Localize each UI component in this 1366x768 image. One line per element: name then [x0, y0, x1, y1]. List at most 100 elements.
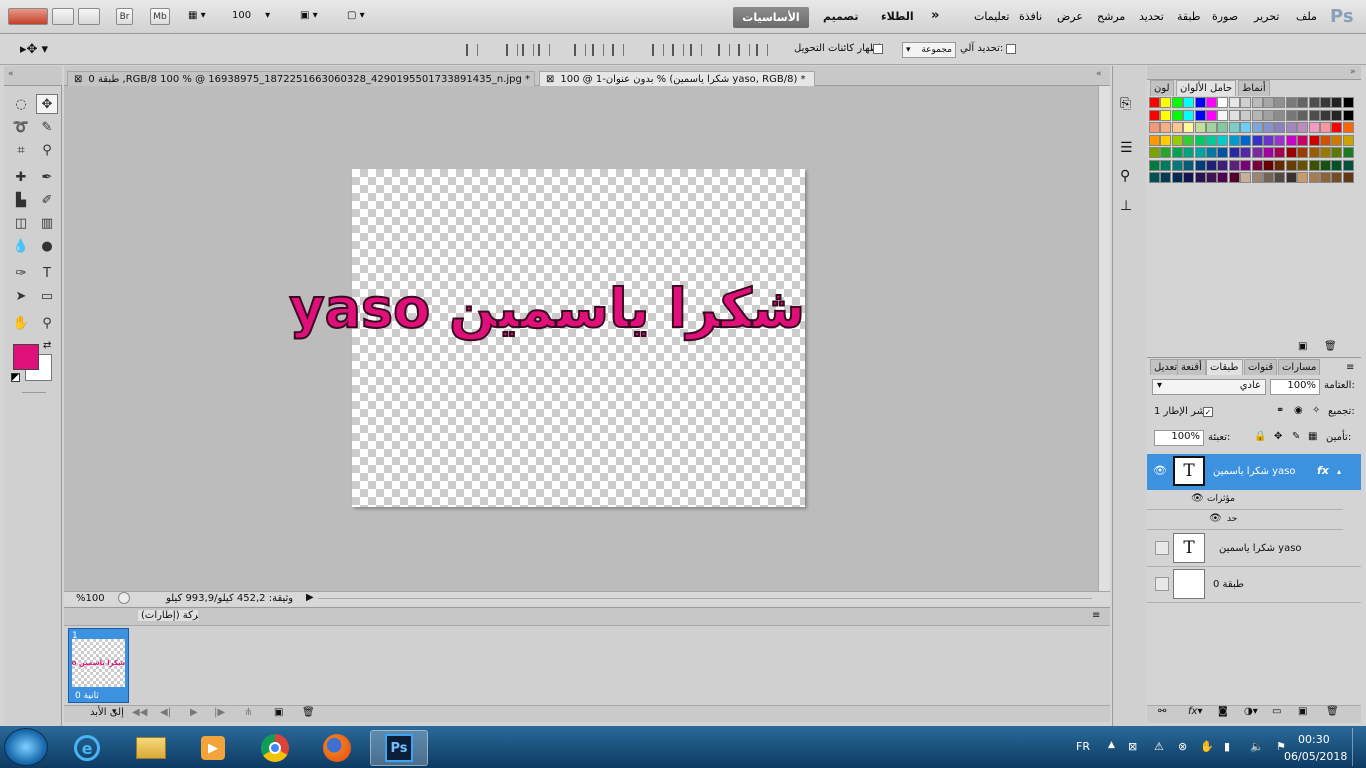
tray-app-icon[interactable]: ⊠ [1128, 740, 1137, 753]
layer-effect-stroke-row[interactable]: 👁 حد [1147, 510, 1343, 530]
chrome-icon[interactable] [246, 730, 304, 766]
expand-icon[interactable]: » [1350, 67, 1356, 77]
distribute-icon[interactable] [574, 44, 586, 56]
color-swatch[interactable] [1206, 147, 1217, 158]
tab-masks[interactable]: أقنعة [1177, 359, 1206, 375]
layer-name[interactable]: طبقة 0 [1213, 579, 1244, 590]
menu-select[interactable]: تحديد [1139, 10, 1164, 23]
distribute-icon[interactable] [466, 44, 478, 56]
clock-date[interactable]: 06/05/2018 [1284, 750, 1347, 763]
color-swatch[interactable] [1217, 147, 1229, 158]
color-swatch[interactable] [1149, 109, 1160, 121]
color-swatch[interactable] [1194, 97, 1206, 108]
layer-row-text-selected[interactable]: 👁 T شكرا ياسمين yaso fx ▴ [1147, 454, 1361, 490]
animation-tab[interactable]: حركة (إطارات) [138, 610, 198, 621]
frame-1[interactable]: 1 شكرا ياسمين yaso 0 ثانية [68, 628, 129, 703]
color-swatch[interactable] [1194, 159, 1206, 171]
artboard[interactable]: شكرا ياسمين yaso [288, 169, 806, 507]
delete-frame-icon[interactable]: 🗑 [302, 707, 315, 718]
clone-source-icon[interactable]: ⚲ [1120, 168, 1130, 184]
dodge-tool-icon[interactable]: ● [36, 236, 58, 256]
color-swatch[interactable] [1285, 109, 1297, 121]
color-swatch[interactable] [1160, 147, 1172, 158]
language-indicator[interactable]: FR [1076, 740, 1090, 753]
color-swatch[interactable] [1331, 97, 1343, 108]
tray-app-icon[interactable]: ⊗ [1178, 740, 1187, 753]
minimize-window-button[interactable] [78, 8, 100, 25]
arrange-documents-dropdown[interactable]: ▣ ▾ [300, 10, 328, 21]
effects-eye-icon[interactable]: 👁 [1191, 493, 1204, 504]
color-swatch[interactable] [1206, 159, 1217, 171]
color-swatch[interactable] [1217, 109, 1229, 121]
color-swatch[interactable] [1308, 122, 1320, 133]
frame-delay[interactable]: 0 ثانية [75, 691, 99, 701]
color-swatch[interactable] [1149, 172, 1160, 183]
color-swatch[interactable] [1251, 122, 1263, 133]
lasso-tool-icon[interactable]: ➰ [10, 117, 32, 137]
color-swatch[interactable] [1263, 172, 1274, 183]
color-swatch[interactable] [1320, 109, 1331, 121]
color-swatch[interactable] [1263, 147, 1274, 158]
color-swatch[interactable] [1217, 97, 1229, 108]
close-window-button[interactable] [8, 8, 48, 25]
color-swatch[interactable] [1171, 97, 1183, 108]
distribute-icon[interactable] [612, 44, 624, 56]
color-swatch[interactable] [1171, 147, 1183, 158]
color-swatch[interactable] [1251, 147, 1263, 158]
unify-style-icon[interactable]: ✧ [1312, 405, 1320, 416]
color-swatch[interactable] [1285, 134, 1297, 146]
color-swatch[interactable] [1297, 109, 1309, 121]
mini-bridge-button[interactable]: Mb [150, 8, 170, 25]
color-swatch[interactable] [1331, 134, 1343, 146]
color-swatch[interactable] [1263, 109, 1274, 121]
color-swatch[interactable] [1331, 109, 1343, 121]
color-swatch[interactable] [1160, 97, 1172, 108]
tab-paths[interactable]: مسارات [1278, 359, 1321, 375]
volume-icon[interactable]: 🔈 [1250, 740, 1264, 753]
color-swatch[interactable] [1240, 109, 1252, 121]
quick-mask-button[interactable] [22, 392, 46, 393]
color-swatch[interactable] [1194, 122, 1206, 133]
color-swatch[interactable] [1183, 109, 1195, 121]
adjustment-layer-icon[interactable]: ◑▾ [1244, 706, 1258, 717]
tab-swatches[interactable]: حامل الألوان [1176, 80, 1237, 96]
color-swatch[interactable] [1183, 122, 1195, 133]
panel-menu-icon[interactable]: ≡ [1092, 610, 1100, 621]
color-swatch[interactable] [1274, 97, 1286, 108]
collapse-icon[interactable]: « [8, 69, 14, 79]
new-group-icon[interactable]: ▭ [1272, 706, 1281, 717]
lock-transparency-icon[interactable]: ▦ [1308, 431, 1317, 442]
color-swatch[interactable] [1228, 159, 1240, 171]
foreground-color-swatch[interactable] [13, 344, 39, 370]
menu-file[interactable]: ملف [1296, 10, 1317, 23]
add-mask-icon[interactable]: ◙ [1218, 706, 1228, 717]
color-swatch[interactable] [1331, 147, 1343, 158]
color-swatch[interactable] [1285, 122, 1297, 133]
first-frame-icon[interactable]: ◀◀ [132, 707, 147, 718]
photoshop-taskbar-icon[interactable]: Ps [370, 730, 428, 766]
bridge-button[interactable]: Br [116, 8, 133, 25]
hand-tool-icon[interactable]: ✋ [10, 313, 32, 333]
color-swatch[interactable] [1217, 172, 1229, 183]
move-tool-icon[interactable]: ✥ [36, 94, 58, 114]
align-icon[interactable] [672, 44, 684, 56]
align-icon[interactable] [738, 44, 750, 56]
clock-time[interactable]: 00:30 [1298, 733, 1330, 746]
auto-select-dropdown[interactable]: ▾ مجموعة [902, 42, 956, 58]
color-swatch[interactable] [1171, 172, 1183, 183]
new-swatch-icon[interactable]: ▣ [1298, 341, 1307, 352]
color-swatch[interactable] [1297, 97, 1309, 108]
color-swatch[interactable] [1331, 172, 1343, 183]
tab-color[interactable]: لون [1150, 80, 1174, 96]
menu-filter[interactable]: مرشح [1097, 10, 1125, 23]
marquee-tool-icon[interactable]: ◌ [10, 94, 32, 114]
horizontal-scrollbar[interactable] [318, 598, 1092, 602]
align-icon[interactable] [652, 44, 664, 56]
color-swatch[interactable] [1320, 159, 1331, 171]
color-swatch[interactable] [1297, 159, 1309, 171]
color-swatch[interactable] [1228, 147, 1240, 158]
color-swatch[interactable] [1183, 172, 1195, 183]
color-swatch[interactable] [1240, 134, 1252, 146]
expand-effects-chevron-icon[interactable]: ▴ [1337, 467, 1341, 476]
color-swatch[interactable] [1320, 147, 1331, 158]
